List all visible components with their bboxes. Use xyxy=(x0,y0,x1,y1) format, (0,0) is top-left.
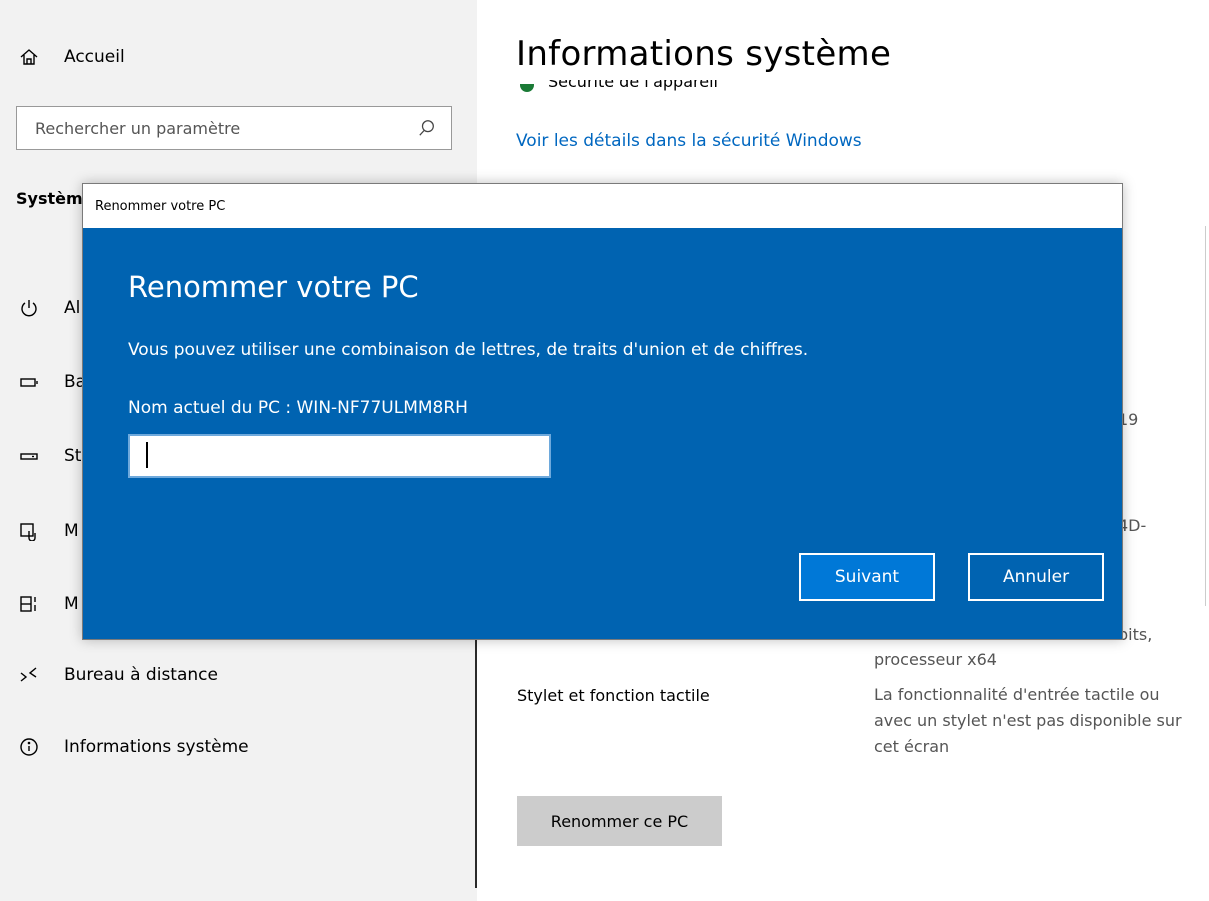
section-label: Systèm xyxy=(16,189,83,208)
sidebar-item-label: Bureau à distance xyxy=(64,665,218,685)
cancel-button[interactable]: Annuler xyxy=(968,553,1104,601)
cut-heading: Sécurité de l'appareil xyxy=(548,80,718,91)
current-pc-name: Nom actuel du PC : WIN-NF77ULMM8RH xyxy=(128,398,468,418)
sidebar-divider xyxy=(475,620,477,888)
search-icon[interactable] xyxy=(415,116,439,140)
sidebar-item-label: Informations système xyxy=(64,737,249,757)
rename-dialog: Renommer votre PC Renommer votre PC Vous… xyxy=(82,183,1123,640)
sidebar-item-home[interactable]: Accueil xyxy=(0,37,477,77)
storage-icon xyxy=(18,445,40,467)
info-icon xyxy=(18,736,40,758)
new-pc-name-input[interactable] xyxy=(128,434,551,478)
multitasking-icon xyxy=(18,593,40,615)
sidebar-item-remote-desktop[interactable]: Bureau à distance xyxy=(0,655,477,695)
dialog-window-title: Renommer votre PC xyxy=(95,198,226,214)
dialog-heading: Renommer votre PC xyxy=(128,270,419,304)
text-caret xyxy=(146,442,148,468)
sidebar-item-about[interactable]: Informations système xyxy=(0,727,477,767)
next-button[interactable]: Suivant xyxy=(799,553,935,601)
power-icon xyxy=(18,297,40,319)
sidebar-item-label: St xyxy=(64,446,82,466)
status-dot-icon xyxy=(520,84,534,92)
sidebar-item-label: M xyxy=(64,594,79,614)
pen-touch-label: Stylet et fonction tactile xyxy=(517,686,710,705)
security-details-link[interactable]: Voir les détails dans la sécurité Window… xyxy=(516,131,862,151)
sidebar-item-label: Accueil xyxy=(64,47,125,67)
search-box[interactable] xyxy=(16,106,452,150)
pen-touch-value: La fonctionnalité d'entrée tactile ou av… xyxy=(874,685,1182,756)
search-input[interactable] xyxy=(17,106,415,150)
home-icon xyxy=(18,46,40,68)
scrollbar-track[interactable] xyxy=(1205,226,1206,606)
dialog-titlebar[interactable]: Renommer votre PC xyxy=(83,184,1122,228)
remote-desktop-icon xyxy=(18,664,40,686)
battery-icon xyxy=(18,371,40,393)
value-fragment: bits, xyxy=(1118,625,1153,644)
processor-value: processeur x64 xyxy=(874,650,997,669)
page-title: Informations système xyxy=(516,34,892,74)
sidebar-item-label: Al xyxy=(64,298,81,318)
sidebar-item-label: M xyxy=(64,521,79,541)
dialog-description: Vous pouvez utiliser une combinaison de … xyxy=(128,340,809,360)
rename-pc-button[interactable]: Renommer ce PC xyxy=(517,796,722,846)
tablet-mode-icon xyxy=(18,520,40,542)
